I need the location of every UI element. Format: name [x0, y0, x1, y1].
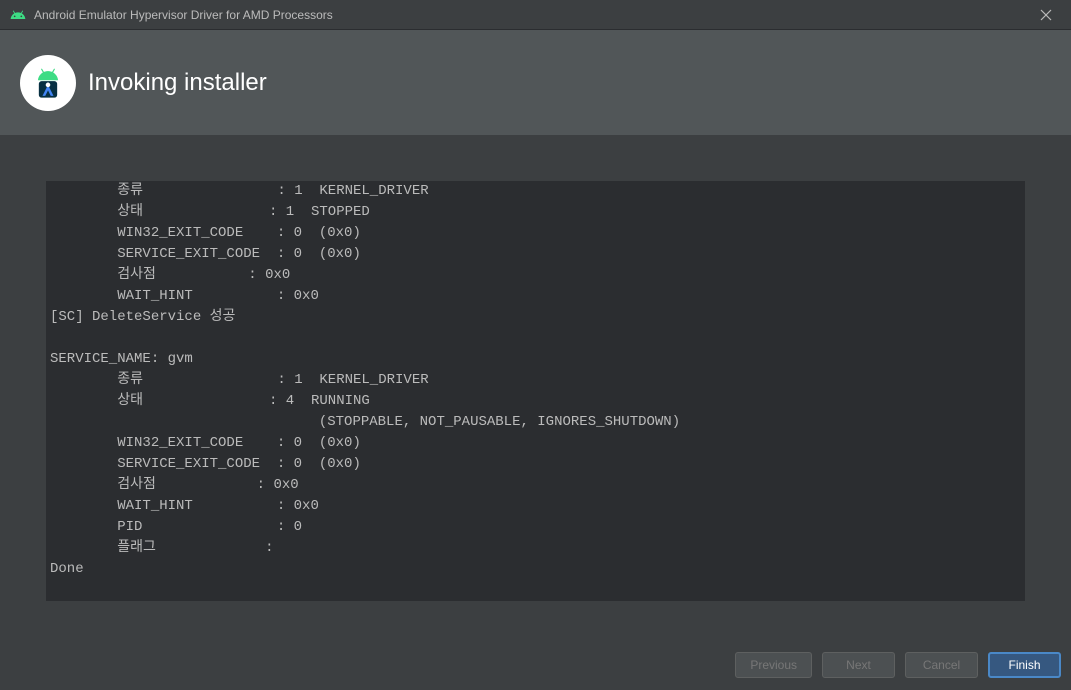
previous-button: Previous: [735, 652, 812, 678]
next-button: Next: [822, 652, 895, 678]
close-button[interactable]: [1031, 0, 1061, 30]
content-area: 종류 : 1 KERNEL_DRIVER 상태 : 1 STOPPED WIN3…: [0, 135, 1071, 601]
title-bar: Android Emulator Hypervisor Driver for A…: [0, 0, 1071, 30]
android-studio-icon: [20, 55, 76, 111]
cancel-button: Cancel: [905, 652, 978, 678]
header-panel: Invoking installer: [0, 30, 1071, 135]
finish-button[interactable]: Finish: [988, 652, 1061, 678]
console-output[interactable]: 종류 : 1 KERNEL_DRIVER 상태 : 1 STOPPED WIN3…: [46, 181, 1025, 601]
button-bar: Previous Next Cancel Finish: [735, 652, 1061, 678]
android-icon: [10, 7, 26, 23]
page-title: Invoking installer: [88, 69, 267, 97]
window-title: Android Emulator Hypervisor Driver for A…: [34, 8, 333, 22]
